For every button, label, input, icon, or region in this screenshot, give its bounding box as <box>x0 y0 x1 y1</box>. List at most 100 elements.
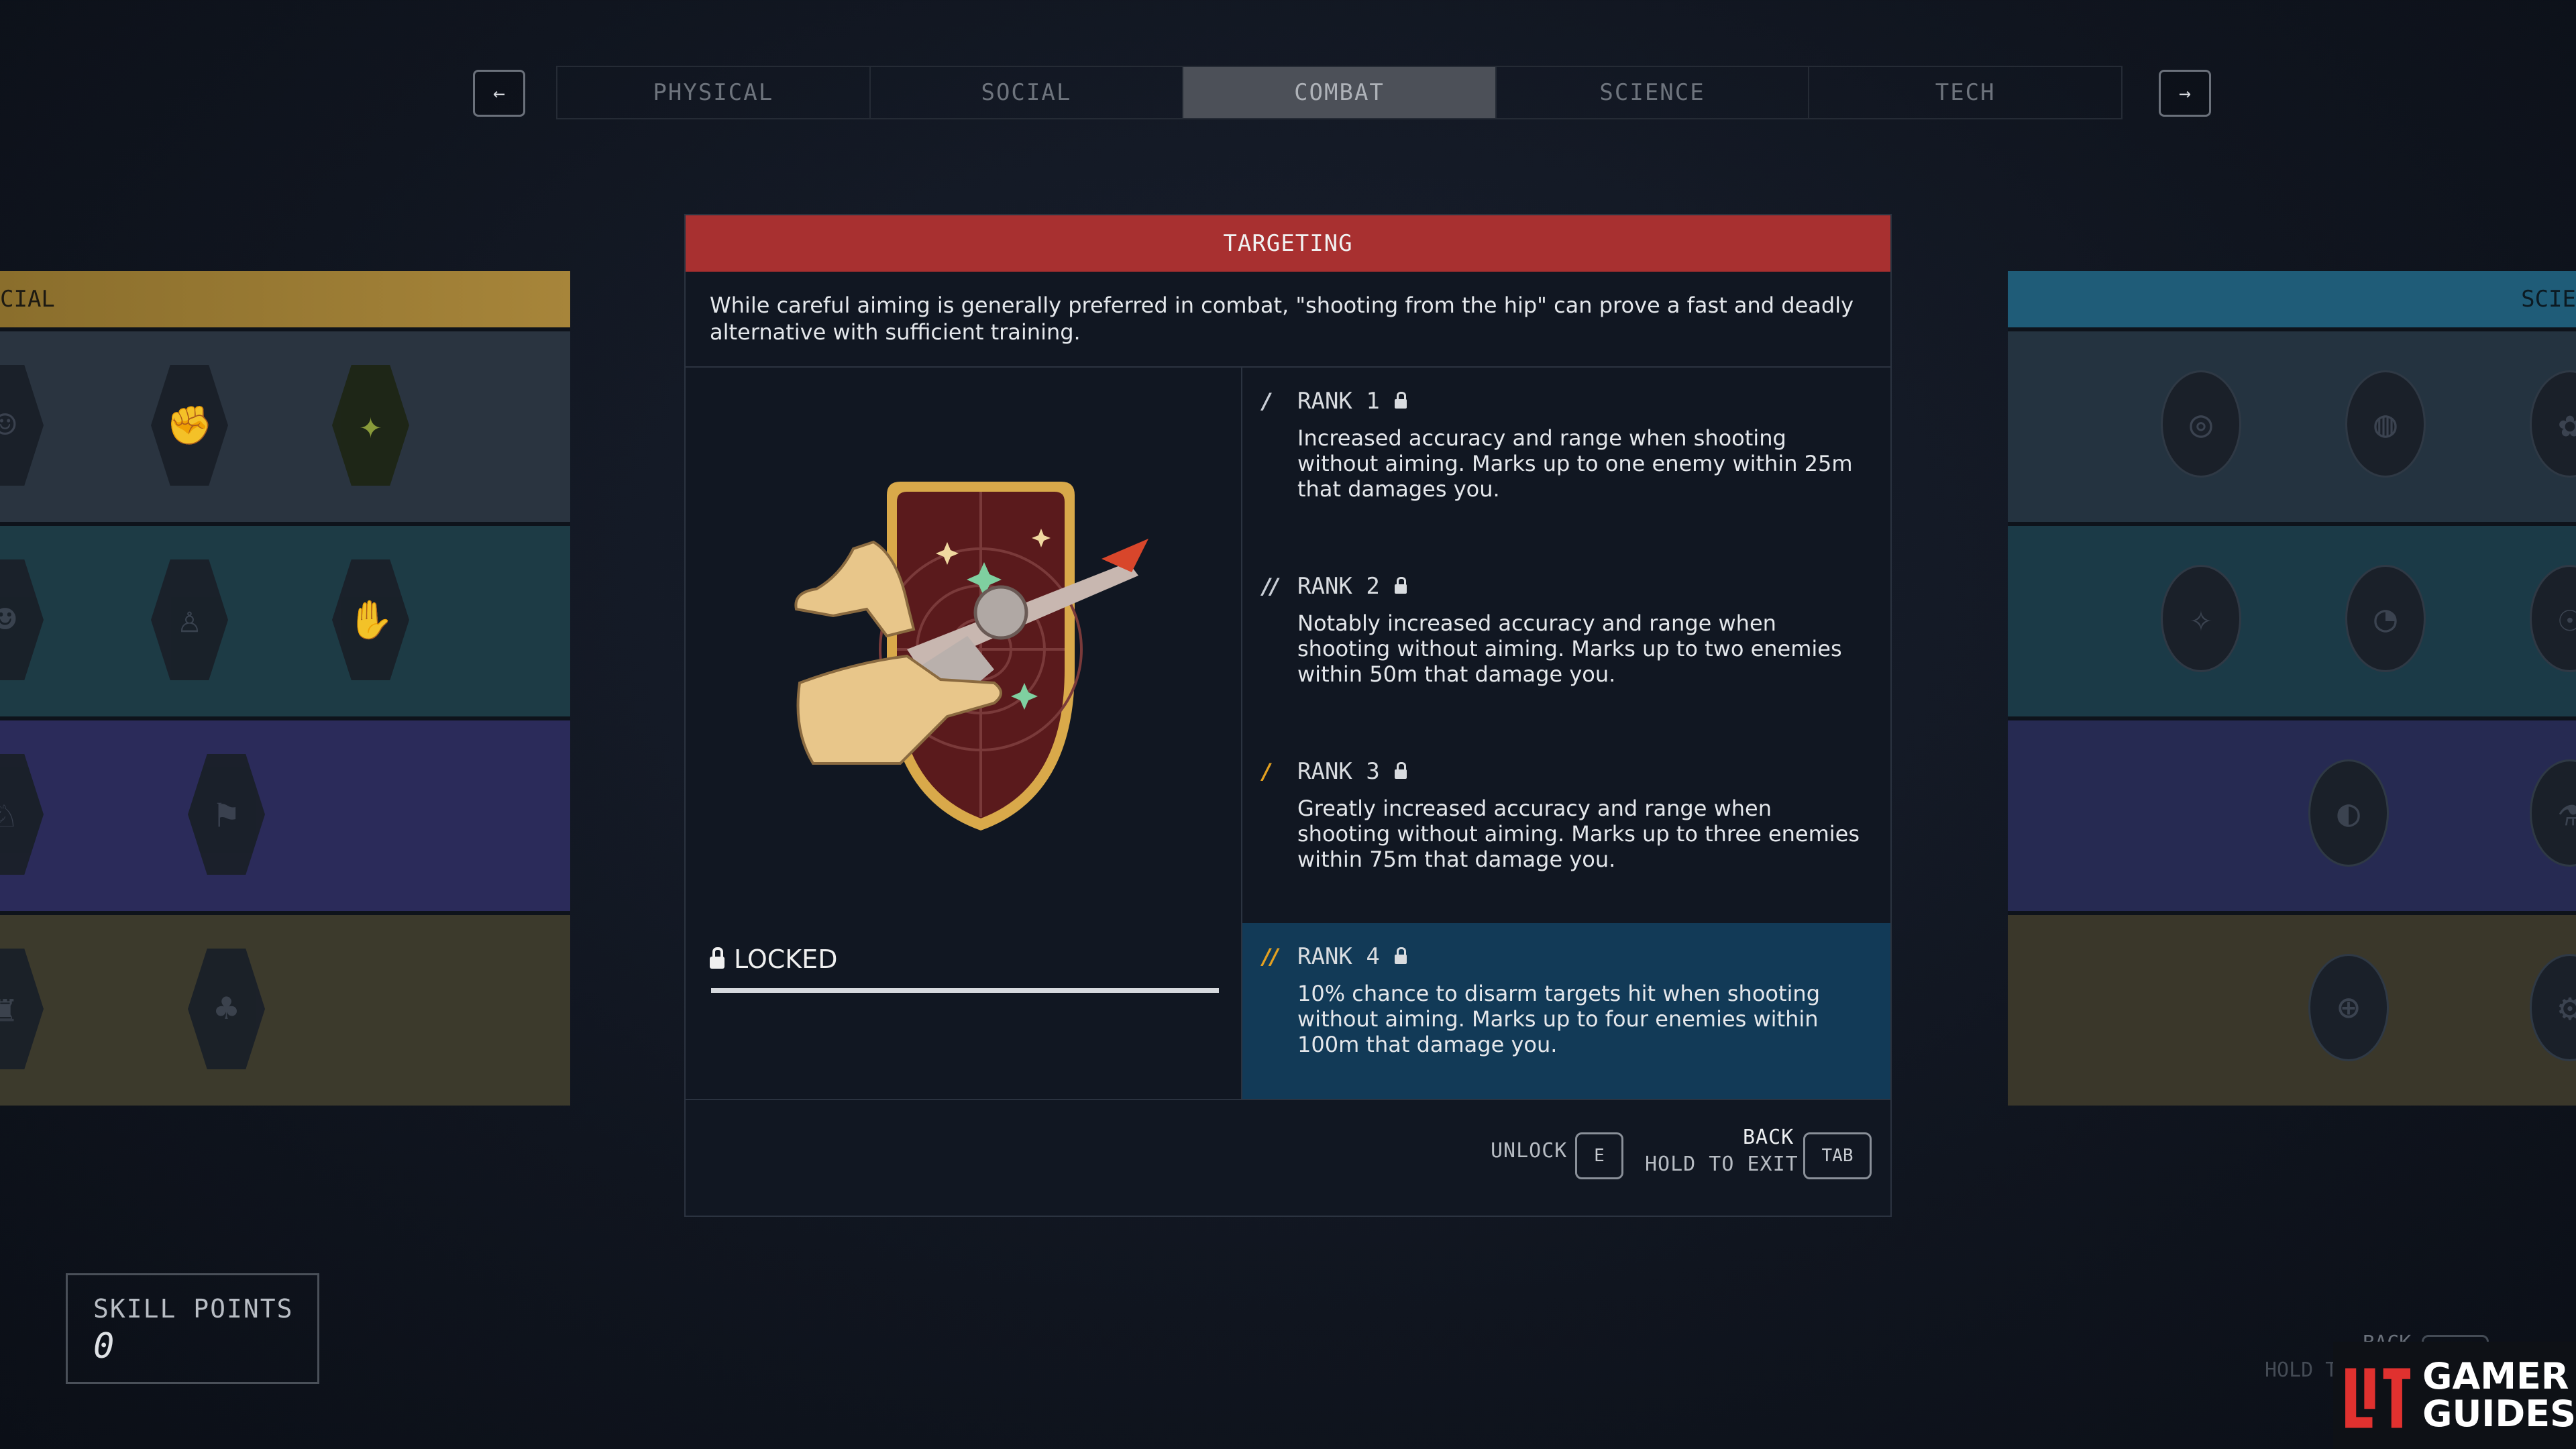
figure-icon: ☺ <box>0 403 17 447</box>
rank-1-entry[interactable]: / RANK 1 Increased accuracy and range wh… <box>1242 368 1890 553</box>
planet-icon: ◎ <box>2190 402 2212 446</box>
science-panel-title: SCIE <box>2521 286 2576 313</box>
handshake-icon: ✋ <box>347 598 394 642</box>
skill-icon-unlocked[interactable]: ✦ <box>332 365 409 486</box>
rank-description: Greatly increased accuracy and range whe… <box>1297 796 1860 872</box>
social-skill-row: ☺ ✊ ✦ <box>0 327 570 522</box>
target-icon: ⊕ <box>2337 985 2360 1030</box>
social-panel-header: CIAL <box>0 271 570 327</box>
perk-status-label: LOCKED <box>734 945 838 974</box>
social-panel-title: CIAL <box>0 286 55 313</box>
rank-2-entry[interactable]: // RANK 2 Notably increased accuracy and… <box>1242 553 1890 738</box>
rank-description: 10% chance to disarm targets hit when sh… <box>1297 981 1820 1057</box>
skill-category-tabs: PHYSICAL SOCIAL COMBAT SCIENCE TECH <box>556 66 2123 119</box>
lock-icon <box>1394 577 1407 594</box>
tab-tech[interactable]: TECH <box>1809 67 2121 118</box>
rank-indicator-icon: // <box>1263 944 1279 969</box>
targeting-badge-icon <box>794 482 1148 830</box>
rank-progress-bar <box>711 988 1219 993</box>
skill-icon[interactable]: ♣ <box>188 949 265 1069</box>
mask-icon: ☻ <box>0 598 17 642</box>
watermark-line2: GUIDES <box>2422 1393 2576 1435</box>
rank-description: Increased accuracy and range when shooti… <box>1297 425 1853 502</box>
skill-icon[interactable]: ♙ <box>151 559 228 680</box>
moon-icon: ◐ <box>2337 791 2360 835</box>
gamer-guides-watermark: GAMER GUIDES <box>2333 1342 2576 1449</box>
tab-science[interactable]: SCIENCE <box>1497 67 1810 118</box>
perk-ranks-list: / RANK 1 Increased accuracy and range wh… <box>1242 368 1890 1099</box>
social-skill-row: ☻ ♙ ✋ <box>0 522 570 716</box>
unlock-key-button[interactable]: E <box>1575 1132 1623 1179</box>
rank-indicator-icon: // <box>1263 574 1279 599</box>
tab-combat[interactable]: COMBAT <box>1183 67 1497 118</box>
tab-social[interactable]: SOCIAL <box>871 67 1184 118</box>
science-panel-header: SCIE <box>2008 271 2576 327</box>
skill-icon[interactable]: ✧ <box>2161 565 2241 672</box>
lock-icon <box>710 947 724 969</box>
arrow-right-icon: → <box>2178 81 2192 105</box>
skill-icon[interactable]: ☉ <box>2530 565 2576 672</box>
next-category-button[interactable]: → <box>2159 70 2211 117</box>
gamer-guides-logo-icon <box>2345 1368 2411 1428</box>
person-icon: ♙ <box>178 598 201 642</box>
perk-title: TARGETING <box>686 215 1890 272</box>
science-skill-row: ◎ ◍ ✿ <box>2008 327 2576 522</box>
rank-description: Notably increased accuracy and range whe… <box>1297 610 1842 687</box>
tab-key-button[interactable]: TAB <box>1803 1132 1872 1179</box>
tree-icon: ♣ <box>215 987 238 1031</box>
skill-icon[interactable]: ✊ <box>151 365 228 486</box>
skill-points-box: SKILL POINTS 0 <box>66 1273 319 1384</box>
scanner-icon: ◔ <box>2374 596 2397 641</box>
background-hold-label: HOLD T <box>2265 1358 2338 1382</box>
tab-physical[interactable]: PHYSICAL <box>557 67 871 118</box>
skill-icon[interactable]: ◐ <box>2308 759 2389 867</box>
skill-icon[interactable]: ♜ <box>0 949 44 1069</box>
modal-footer: UNLOCK E BACK HOLD TO EXIT TAB <box>686 1100 1890 1218</box>
skill-icon[interactable]: ♘ <box>0 754 44 875</box>
lab-icon: ⚗ <box>2559 791 2576 835</box>
fist-icon: ✊ <box>166 404 213 447</box>
skill-icon[interactable]: ☺ <box>0 365 44 486</box>
astronaut-icon: ☉ <box>2559 596 2576 641</box>
lock-icon <box>1394 947 1407 964</box>
skill-icon[interactable]: ⚙ <box>2530 954 2576 1061</box>
skill-icon[interactable]: ⚗ <box>2530 759 2576 867</box>
science-skill-row: ✧ ◔ ☉ <box>2008 522 2576 716</box>
science-skill-row: ◐ ⚗ <box>2008 716 2576 911</box>
science-skill-row: ⊕ ⚙ <box>2008 911 2576 1106</box>
rank-label: RANK 2 <box>1297 573 1380 600</box>
social-skill-panel: CIAL ☺ ✊ ✦ ☻ ♙ ✋ ♘ ⚑ ♜ ♣ <box>0 271 570 1106</box>
skill-icon[interactable]: ☻ <box>0 559 44 680</box>
skill-icon[interactable]: ✋ <box>332 559 409 680</box>
skill-icon[interactable]: ⊕ <box>2308 954 2389 1061</box>
perk-description: While careful aiming is generally prefer… <box>686 272 1890 368</box>
lock-icon <box>1394 762 1407 779</box>
rank-indicator-icon: / <box>1263 388 1271 414</box>
rank-3-entry[interactable]: / RANK 3 Greatly increased accuracy and … <box>1242 738 1890 923</box>
rank-4-entry[interactable]: // RANK 4 10% chance to disarm targets h… <box>1242 923 1890 1099</box>
skill-icon[interactable]: ◎ <box>2161 370 2241 478</box>
skill-points-label: SKILL POINTS <box>93 1294 294 1324</box>
skill-icon[interactable]: ◍ <box>2345 370 2426 478</box>
lock-icon <box>1394 392 1407 409</box>
outpost-icon: ⚑ <box>215 792 238 837</box>
perk-status: LOCKED <box>710 945 837 974</box>
watermark-line1: GAMER <box>2422 1355 2569 1397</box>
figure-icon: ♘ <box>0 792 17 837</box>
skill-icon[interactable]: ◔ <box>2345 565 2426 672</box>
skill-points-value: 0 <box>93 1326 115 1366</box>
compass-icon: ✧ <box>2190 596 2212 641</box>
hold-to-exit-label: HOLD TO EXIT <box>1645 1152 1799 1176</box>
arrow-left-icon: ← <box>492 81 506 105</box>
unlock-label: UNLOCK <box>1491 1139 1568 1163</box>
back-label: BACK <box>1743 1126 1794 1149</box>
previous-category-button[interactable]: ← <box>473 70 525 117</box>
rank-label: RANK 4 <box>1297 943 1380 970</box>
capsule-icon: ◍ <box>2374 402 2397 446</box>
rank-label: RANK 1 <box>1297 388 1380 415</box>
hand-gem-icon: ✦ <box>359 403 382 447</box>
skill-icon[interactable]: ✿ <box>2530 370 2576 478</box>
social-skill-row: ♘ ⚑ <box>0 716 570 911</box>
skill-icon[interactable]: ⚑ <box>188 754 265 875</box>
rank-indicator-icon: / <box>1263 759 1271 784</box>
